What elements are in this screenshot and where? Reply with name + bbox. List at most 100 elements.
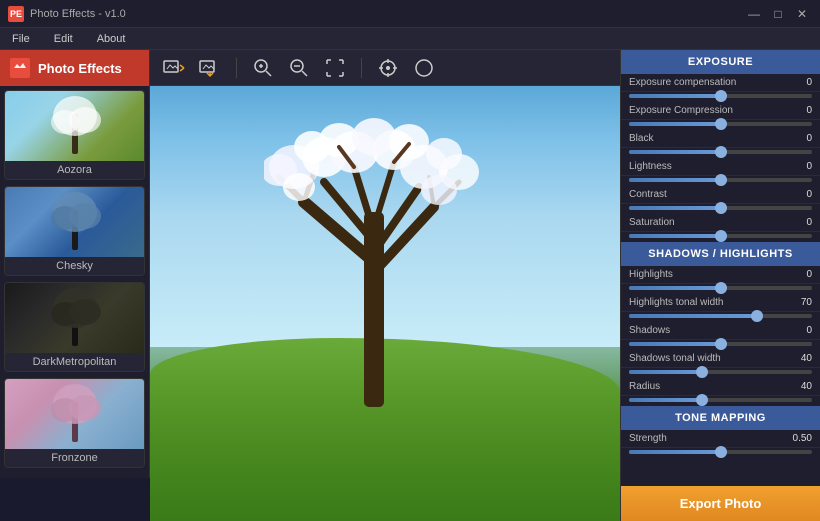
shadows-tonal-row: Shadows tonal width 40 xyxy=(621,350,820,368)
minimize-button[interactable]: — xyxy=(744,4,764,24)
black-fill xyxy=(629,150,721,154)
exposure-compensation-track xyxy=(629,94,812,98)
app-title: Photo Effects - v1.0 xyxy=(30,8,126,20)
highlights-tonal-slider-container[interactable] xyxy=(621,312,820,322)
highlights-label: Highlights xyxy=(629,269,792,280)
highlights-slider-container[interactable] xyxy=(621,284,820,294)
shadows-tonal-slider-container[interactable] xyxy=(621,368,820,378)
sidebar-header: Photo Effects xyxy=(0,50,149,86)
menu-about[interactable]: About xyxy=(93,31,130,47)
shadows-tonal-label: Shadows tonal width xyxy=(629,353,792,364)
lightness-value: 0 xyxy=(792,161,812,172)
radius-value: 40 xyxy=(792,381,812,392)
radius-row: Radius 40 xyxy=(621,378,820,396)
save-file-button[interactable] xyxy=(196,56,224,80)
exposure-compression-slider-container[interactable] xyxy=(621,120,820,130)
strength-track xyxy=(629,450,812,454)
tree-svg xyxy=(264,112,484,412)
shadows-label: Shadows xyxy=(629,325,792,336)
preset-chesky[interactable]: Chesky xyxy=(4,186,145,276)
toolbar-sep-1 xyxy=(236,58,237,78)
app-window: PE Photo Effects - v1.0 — □ ✕ File Edit … xyxy=(0,0,820,521)
strength-label: Strength xyxy=(629,433,792,444)
menu-file[interactable]: File xyxy=(8,31,34,47)
exposure-compression-fill xyxy=(629,122,721,126)
preset-darkmetro[interactable]: DarkMetropolitan xyxy=(4,282,145,372)
shadows-fill xyxy=(629,342,721,346)
black-slider-container[interactable] xyxy=(621,148,820,158)
exposure-compression-thumb[interactable] xyxy=(715,118,727,130)
sidebar-logo xyxy=(10,58,30,78)
radius-slider-container[interactable] xyxy=(621,396,820,406)
preset-darkmetro-label: DarkMetropolitan xyxy=(5,353,144,371)
lightness-slider-container[interactable] xyxy=(621,176,820,186)
zoom-in-button[interactable] xyxy=(249,56,277,80)
lightness-fill xyxy=(629,178,721,182)
strength-value: 0.50 xyxy=(792,433,812,444)
shadows-track xyxy=(629,342,812,346)
preset-fronzone-thumb xyxy=(5,379,144,449)
circle-button[interactable] xyxy=(410,56,438,80)
maximize-button[interactable]: □ xyxy=(768,4,788,24)
highlights-track xyxy=(629,286,812,290)
preset-chesky-label: Chesky xyxy=(5,257,144,275)
shadows-tonal-fill xyxy=(629,370,702,374)
title-bar-left: PE Photo Effects - v1.0 xyxy=(8,6,126,22)
app-icon: PE xyxy=(8,6,24,22)
lightness-label: Lightness xyxy=(629,161,792,172)
shadows-thumb[interactable] xyxy=(715,338,727,350)
saturation-slider-container[interactable] xyxy=(621,232,820,242)
menu-edit[interactable]: Edit xyxy=(50,31,77,47)
open-file-button[interactable] xyxy=(160,56,188,80)
exposure-compensation-thumb[interactable] xyxy=(715,90,727,102)
right-panel: EXPOSURE Exposure compensation 0 Exposur… xyxy=(620,50,820,521)
radius-thumb[interactable] xyxy=(696,394,708,406)
tone-mapping-section-header[interactable]: TONE MAPPING xyxy=(621,406,820,430)
lightness-thumb[interactable] xyxy=(715,174,727,186)
preset-aozora-label: Aozora xyxy=(5,161,144,179)
menu-bar: File Edit About xyxy=(0,28,820,50)
shadows-slider-container[interactable] xyxy=(621,340,820,350)
contrast-value: 0 xyxy=(792,189,812,200)
radius-track xyxy=(629,398,812,402)
saturation-fill xyxy=(629,234,721,238)
contrast-thumb[interactable] xyxy=(715,202,727,214)
black-thumb[interactable] xyxy=(715,146,727,158)
preset-fronzone[interactable]: Fronzone xyxy=(4,378,145,468)
sidebar: Photo Effects Aozora xyxy=(0,50,150,478)
fit-screen-button[interactable] xyxy=(321,56,349,80)
photo-canvas xyxy=(150,86,620,521)
exposure-compression-value: 0 xyxy=(792,105,812,116)
close-button[interactable]: ✕ xyxy=(792,4,812,24)
exposure-compensation-slider-container[interactable] xyxy=(621,92,820,102)
highlights-tonal-row: Highlights tonal width 70 xyxy=(621,294,820,312)
highlights-tonal-fill xyxy=(629,314,757,318)
photo-canvas-container xyxy=(150,86,620,521)
export-button[interactable]: Export Photo xyxy=(621,486,820,521)
preset-aozora[interactable]: Aozora xyxy=(4,90,145,180)
contrast-fill xyxy=(629,206,721,210)
title-bar: PE Photo Effects - v1.0 — □ ✕ xyxy=(0,0,820,28)
preset-fronzone-label: Fronzone xyxy=(5,449,144,467)
shadows-tonal-thumb[interactable] xyxy=(696,366,708,378)
contrast-slider-container[interactable] xyxy=(621,204,820,214)
strength-slider-container[interactable] xyxy=(621,448,820,458)
preset-darkmetro-thumb xyxy=(5,283,144,353)
zoom-out-button[interactable] xyxy=(285,56,313,80)
toolbar-sep-2 xyxy=(361,58,362,78)
contrast-label: Contrast xyxy=(629,189,792,200)
sidebar-title: Photo Effects xyxy=(38,61,122,76)
highlights-thumb[interactable] xyxy=(715,282,727,294)
exposure-compensation-value: 0 xyxy=(792,77,812,88)
shadows-tonal-track xyxy=(629,370,812,374)
highlights-tonal-thumb[interactable] xyxy=(751,310,763,322)
highlights-tonal-value: 70 xyxy=(792,297,812,308)
shadows-highlights-section-header[interactable]: SHADOWS / HIGHLIGHTS xyxy=(621,242,820,266)
strength-thumb[interactable] xyxy=(715,446,727,458)
preset-aozora-thumb xyxy=(5,91,144,161)
target-button[interactable] xyxy=(374,56,402,80)
saturation-thumb[interactable] xyxy=(715,230,727,242)
saturation-track xyxy=(629,234,812,238)
black-label: Black xyxy=(629,133,792,144)
exposure-section-header[interactable]: EXPOSURE xyxy=(621,50,820,74)
